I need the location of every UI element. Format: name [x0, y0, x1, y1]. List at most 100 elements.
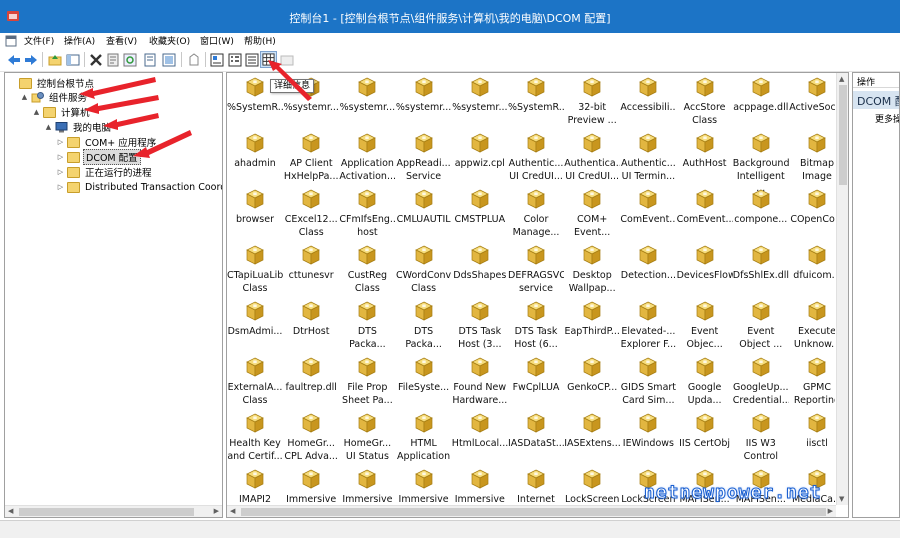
dcom-component-item[interactable]: CWordConv Class — [396, 241, 452, 297]
dcom-component-item[interactable]: HomeGr... UI Status — [339, 409, 395, 465]
dcom-component-item[interactable]: File Prop Sheet Pa... — [339, 353, 395, 409]
menu-view[interactable]: 查看(V) — [106, 34, 137, 47]
tree-item[interactable]: ▷ 正在运行的进程 — [56, 165, 154, 179]
scroll-left-arrow-icon[interactable]: ◀ — [8, 507, 13, 515]
dcom-component-item[interactable]: AccStore Class — [677, 73, 733, 129]
export-button[interactable] — [141, 51, 158, 68]
dcom-component-item[interactable]: ahadmin — [227, 129, 283, 185]
properties-button[interactable] — [104, 51, 121, 68]
console-tree-panel[interactable]: 控制台根节点 ▲ 组件服务 ▲ 计算机 ▲ 我的电脑 ▷ COM+ 应用程序 ▷ DCOM 配置 ▷ 正… — [4, 72, 223, 518]
dcom-component-item[interactable]: Authentic... UI CredUI... — [508, 129, 564, 185]
scroll-down-arrow-icon[interactable]: ▼ — [839, 495, 844, 503]
dcom-component-item[interactable]: %SystemR... — [508, 73, 564, 129]
dcom-component-item[interactable]: Immersive — [283, 465, 339, 505]
tree-expander-icon[interactable]: ▷ — [56, 183, 65, 191]
dcom-component-item[interactable]: Internet — [508, 465, 564, 505]
dcom-component-item[interactable]: %systemr... — [452, 73, 508, 129]
tree-item[interactable]: ▲ 计算机 — [32, 105, 92, 119]
dcom-component-item[interactable]: Execute Unknow... — [789, 297, 835, 353]
dcom-list-panel[interactable]: %SystemR... %systemr... %systemr... %system… — [226, 72, 849, 518]
tree-expander-icon[interactable]: ▲ — [44, 123, 53, 131]
menu-window[interactable]: 窗口(W) — [200, 34, 234, 47]
dcom-component-item[interactable]: DTS Packa... — [396, 297, 452, 353]
help-button[interactable] — [160, 51, 177, 68]
dcom-component-item[interactable]: ComEvent... — [620, 185, 676, 241]
dcom-component-item[interactable]: dfuicom... — [789, 241, 835, 297]
dcom-component-item[interactable]: IMAPI2 — [227, 465, 283, 505]
tree-item[interactable]: ▷ DCOM 配置 — [56, 149, 141, 165]
dcom-component-item[interactable]: Health Key and Certif... — [227, 409, 283, 465]
list-view-button[interactable] — [243, 51, 260, 68]
dcom-component-item[interactable]: Color Manage... — [508, 185, 564, 241]
tree-item[interactable]: ▷ COM+ 应用程序 — [56, 135, 158, 149]
tree-scroll-thumb[interactable] — [19, 508, 194, 516]
refresh-button[interactable] — [121, 51, 138, 68]
export-list-button[interactable] — [185, 51, 202, 68]
dcom-component-item[interactable]: AuthHost — [677, 129, 733, 185]
dcom-component-item[interactable]: GIDS Smart Card Sim... — [620, 353, 676, 409]
dcom-component-item[interactable]: appwiz.cpl — [452, 129, 508, 185]
dcom-component-item[interactable]: AP Client HxHelpPa... — [283, 129, 339, 185]
dcom-component-item[interactable]: AppReadi... Service — [396, 129, 452, 185]
dcom-component-item[interactable]: CustReg Class — [339, 241, 395, 297]
scroll-right-arrow-icon[interactable]: ▶ — [828, 507, 833, 515]
dcom-component-item[interactable]: acppage.dll — [733, 73, 789, 129]
tree-horizontal-scrollbar[interactable]: ◀ ▶ — [5, 505, 222, 517]
dcom-component-item[interactable]: compone... — [733, 185, 789, 241]
dcom-component-item[interactable]: ExternalA... Class — [227, 353, 283, 409]
dcom-component-item[interactable]: IIS W3 Control — [733, 409, 789, 465]
dcom-component-item[interactable]: COpenCo... — [789, 185, 835, 241]
dcom-component-item[interactable]: DTS Packa... — [339, 297, 395, 353]
dcom-component-item[interactable]: DtrHost — [283, 297, 339, 353]
list-scroll-thumb[interactable] — [241, 508, 826, 516]
dcom-component-item[interactable]: CExcel12... Class — [283, 185, 339, 241]
scroll-left-arrow-icon[interactable]: ◀ — [230, 507, 235, 515]
menu-help[interactable]: 帮助(H) — [244, 34, 276, 47]
dcom-component-item[interactable]: Authentica... UI CredUI... — [564, 129, 620, 185]
dcom-component-item[interactable]: HtmlLocal... — [452, 409, 508, 465]
small-icons-view-button[interactable] — [226, 51, 243, 68]
console-menu-icon[interactable] — [5, 35, 17, 47]
dcom-component-item[interactable]: Immersive — [339, 465, 395, 505]
dcom-component-item[interactable]: DsmAdmi... — [227, 297, 283, 353]
dcom-component-item[interactable]: Google Upda... — [677, 353, 733, 409]
actions-section-dcom[interactable]: DCOM 配置 — [853, 91, 899, 109]
dcom-component-item[interactable]: ComEvent... — [677, 185, 733, 241]
dcom-component-item[interactable]: Event Objec... — [677, 297, 733, 353]
dcom-component-item[interactable]: CMSTPLUA — [452, 185, 508, 241]
dcom-component-item[interactable]: cttunesvr — [283, 241, 339, 297]
tree-item[interactable]: ▲ 组件服务 — [20, 90, 89, 104]
dcom-component-item[interactable]: IIS CertObj — [677, 409, 733, 465]
menu-file[interactable]: 文件(F) — [24, 34, 54, 47]
back-button[interactable] — [5, 51, 22, 68]
dcom-component-item[interactable]: DTS Task Host (3... — [452, 297, 508, 353]
dcom-component-item[interactable]: EapThirdP... — [564, 297, 620, 353]
dcom-component-item[interactable]: IASExtens... — [564, 409, 620, 465]
disabled-toolbar-button[interactable] — [278, 51, 295, 68]
more-actions-link[interactable]: 更多操作 — [875, 112, 899, 125]
dcom-component-item[interactable]: browser — [227, 185, 283, 241]
tree-item[interactable]: 控制台根节点 — [8, 76, 96, 90]
dcom-component-item[interactable]: Accessibili... — [620, 73, 676, 129]
delete-button[interactable] — [87, 51, 104, 68]
dcom-component-item[interactable]: Bitmap Image — [789, 129, 835, 185]
dcom-component-item[interactable]: DfsShlEx.dll — [733, 241, 789, 297]
dcom-component-item[interactable]: CMLUAUTIL — [396, 185, 452, 241]
tree-expander-icon[interactable]: ▷ — [56, 153, 65, 161]
dcom-component-item[interactable]: IEWindows — [620, 409, 676, 465]
dcom-component-item[interactable]: Application Activation... — [339, 129, 395, 185]
dcom-component-item[interactable]: FileSyste... — [396, 353, 452, 409]
menu-favorites[interactable]: 收藏夹(O) — [149, 34, 190, 47]
title-bar[interactable]: 控制台1 - [控制台根节点\组件服务\计算机\我的电脑\DCOM 配置] — [0, 0, 900, 33]
dcom-component-item[interactable]: Detection... — [620, 241, 676, 297]
dcom-component-item[interactable]: FwCplLUA — [508, 353, 564, 409]
dcom-component-item[interactable]: IASDataSt... — [508, 409, 564, 465]
forward-button[interactable] — [22, 51, 39, 68]
dcom-component-item[interactable]: Event Object ... — [733, 297, 789, 353]
list-vscroll-thumb[interactable] — [839, 85, 847, 185]
large-icons-view-button[interactable] — [208, 51, 225, 68]
tree-expander-icon[interactable]: ▲ — [32, 108, 41, 116]
tree-expander-icon[interactable]: ▷ — [56, 168, 65, 176]
dcom-component-item[interactable]: iisctl — [789, 409, 835, 465]
scroll-right-arrow-icon[interactable]: ▶ — [214, 507, 219, 515]
